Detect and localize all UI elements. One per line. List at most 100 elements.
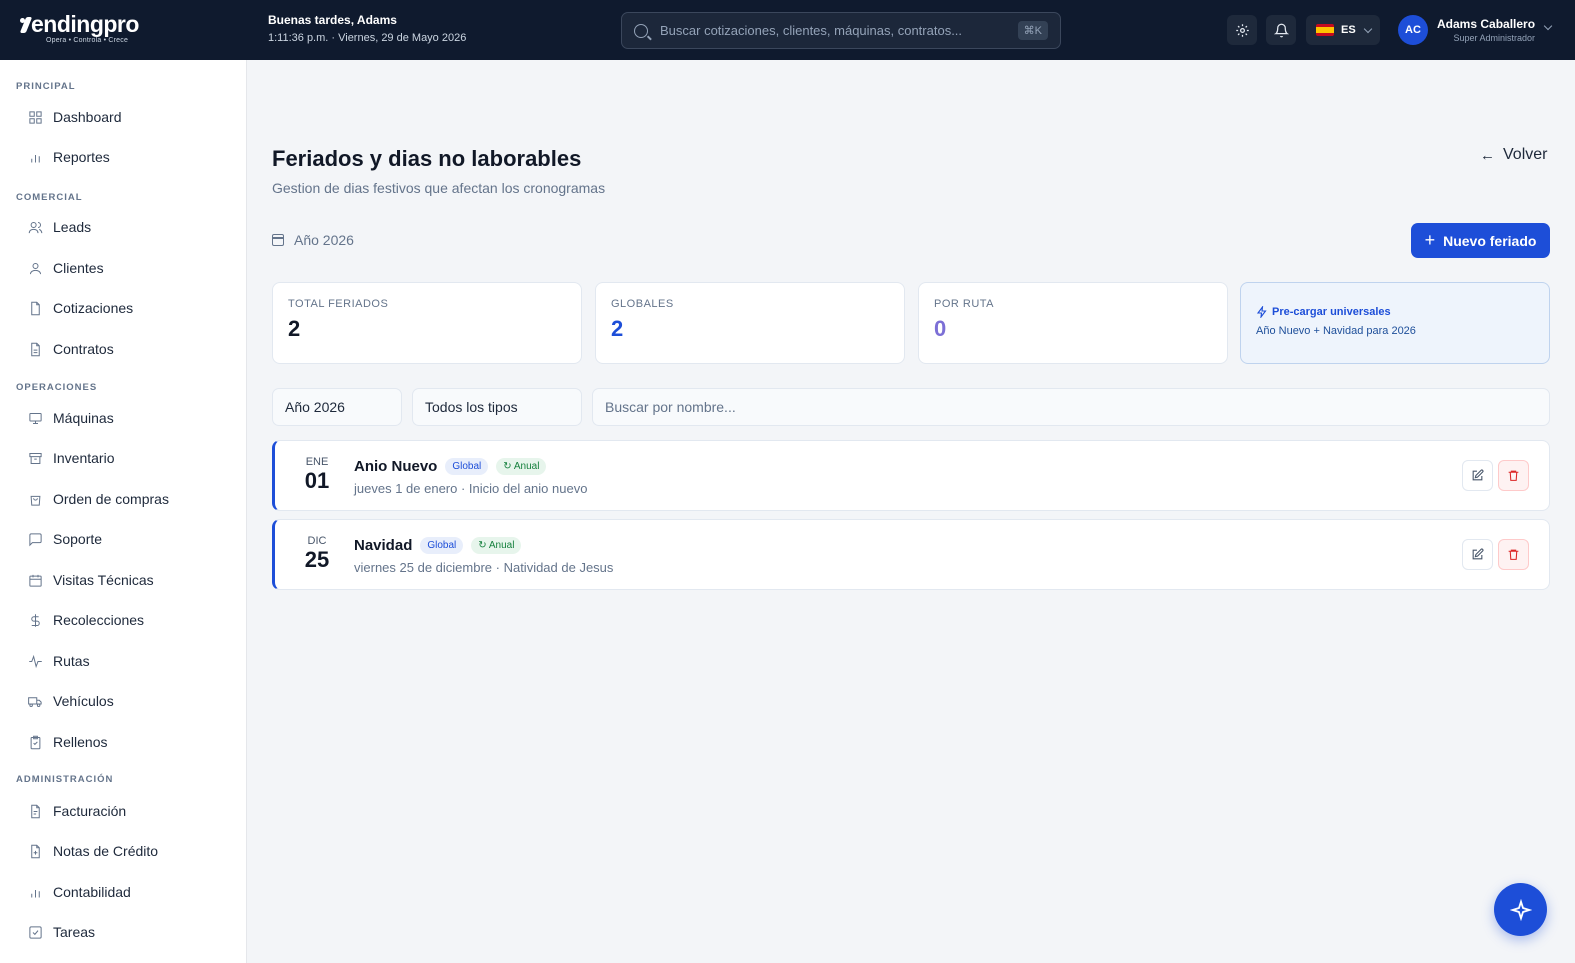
type-filter-select[interactable]: Todos los tipos — [412, 388, 582, 426]
zap-icon — [1256, 306, 1267, 318]
holiday-row[interactable]: DIC 25 Navidad Global ↻ Anual viernes 25… — [272, 519, 1550, 590]
holiday-name: Navidad — [354, 537, 413, 554]
sidebar-item-label: Recolecciones — [53, 612, 145, 628]
dollar-icon — [31, 613, 40, 627]
stat-label: GLOBALES — [611, 298, 674, 310]
recurrence-badge: ↻ Anual — [471, 537, 522, 554]
file-plus-icon — [31, 844, 40, 858]
user-menu[interactable]: Adams Caballero Super Administrador — [1437, 17, 1535, 43]
holiday-row[interactable]: ENE 01 Anio Nuevo Global ↻ Anual jueves … — [272, 440, 1550, 511]
brand-tagline: Opera • Controla • Crece — [46, 37, 129, 44]
sidebar-item-visitas-tecnicas[interactable]: Visitas Técnicas — [28, 568, 154, 592]
notifications-button[interactable] — [1266, 15, 1296, 45]
back-button[interactable]: ← Volver — [1480, 146, 1547, 164]
global-search-input[interactable]: Buscar cotizaciones, clientes, máquinas,… — [621, 12, 1061, 49]
bell-icon — [1273, 23, 1289, 37]
receipt-icon — [31, 804, 40, 818]
sidebar-item-label: Rutas — [53, 653, 90, 669]
stat-value: 2 — [611, 316, 624, 341]
sidebar-item-soporte[interactable]: Soporte — [28, 527, 102, 551]
settings-button[interactable] — [1227, 15, 1257, 45]
sidebar-item-label: Inventario — [53, 450, 115, 466]
preload-text: Año Nuevo + Navidad para 2026 — [1256, 325, 1416, 337]
scope-badge: Global — [420, 537, 464, 554]
bar-chart-icon — [31, 154, 40, 162]
plus-icon: + — [1424, 230, 1436, 250]
holiday-month: ENE — [305, 456, 329, 468]
trash-icon — [1508, 549, 1519, 560]
edit-holiday-button[interactable] — [1462, 460, 1493, 491]
stat-card-globales: GLOBALES 2 — [595, 282, 905, 364]
user-menu-chevron-icon[interactable] — [1543, 21, 1553, 31]
sidebar-item-maquinas[interactable]: Máquinas — [28, 406, 114, 430]
greeting-block: Buenas tardes, Adams 1:11:36 p.m. · Vier… — [268, 13, 466, 44]
page-title: Feriados y dias no laborables — [272, 146, 582, 171]
edit-holiday-button[interactable] — [1462, 539, 1493, 570]
holiday-description: viernes 25 de diciembre · Natividad de J… — [354, 560, 614, 575]
new-holiday-label: Nuevo feriado — [1443, 232, 1537, 249]
brand-logo[interactable]: endingpro Opera • Controla • Crece — [20, 12, 160, 48]
stat-card-por-ruta: POR RUTA 0 — [918, 282, 1228, 364]
sidebar-item-vehiculos[interactable]: Vehículos — [28, 689, 114, 713]
sparkle-icon — [1509, 898, 1532, 921]
file-text-icon — [31, 342, 40, 356]
new-holiday-button[interactable]: + Nuevo feriado — [1411, 223, 1550, 258]
preload-title: Pre-cargar universales — [1272, 306, 1391, 318]
holiday-date: ENE 01 — [291, 456, 343, 492]
sidebar-item-cotizaciones[interactable]: Cotizaciones — [28, 296, 133, 320]
user-avatar[interactable]: AC — [1398, 15, 1428, 45]
sidebar-item-tareas[interactable]: Tareas — [28, 920, 95, 944]
stat-card-total: TOTAL FERIADOS 2 — [272, 282, 582, 364]
delete-holiday-button[interactable] — [1498, 539, 1529, 570]
sidebar: PRINCIPAL Dashboard Reportes COMERCIAL L… — [0, 60, 247, 963]
language-selector[interactable]: ES — [1306, 15, 1380, 45]
brand-name: endingpro — [31, 11, 139, 37]
trash-icon — [1508, 470, 1519, 481]
sidebar-item-recolecciones[interactable]: Recolecciones — [28, 608, 144, 632]
activity-icon — [29, 654, 42, 668]
holiday-name: Anio Nuevo — [354, 458, 438, 475]
holiday-day: 25 — [304, 547, 330, 572]
sidebar-item-facturacion[interactable]: Facturación — [28, 799, 126, 823]
sidebar-item-contabilidad[interactable]: Contabilidad — [28, 880, 131, 904]
sidebar-item-label: Tareas — [53, 924, 96, 940]
current-datetime: 1:11:36 p.m. · Viernes, 29 de Mayo 2026 — [268, 32, 467, 44]
back-label: Volver — [1503, 146, 1548, 163]
sidebar-item-orden-de-compras[interactable]: Orden de compras — [28, 487, 169, 511]
sidebar-item-label: Leads — [53, 219, 92, 235]
preload-universal-card[interactable]: Pre-cargar universales Año Nuevo + Navid… — [1240, 282, 1550, 364]
sidebar-item-label: Contratos — [53, 341, 114, 357]
clipboard-icon — [30, 735, 41, 749]
year-indicator: Año 2026 — [272, 232, 354, 248]
ai-assistant-button[interactable] — [1494, 883, 1547, 936]
sidebar-section-comercial: COMERCIAL — [16, 192, 83, 203]
sidebar-item-notas-de-credito[interactable]: Notas de Crédito — [28, 839, 158, 863]
arrow-left-icon: ← — [1480, 146, 1495, 164]
truck-icon — [28, 696, 42, 707]
sidebar-section-operaciones: OPERACIONES — [16, 382, 98, 393]
sidebar-item-rutas[interactable]: Rutas — [28, 649, 90, 673]
recurrence-badge: ↻ Anual — [496, 458, 547, 475]
sidebar-item-label: Rellenos — [53, 734, 108, 750]
sidebar-item-clientes[interactable]: Clientes — [28, 256, 104, 280]
grid-icon — [29, 110, 42, 124]
user-name: Adams Caballero — [1437, 17, 1536, 31]
name-search-input[interactable]: Buscar por nombre... — [592, 388, 1550, 426]
sidebar-item-leads[interactable]: Leads — [28, 215, 91, 239]
logo-mark-icon — [20, 16, 30, 32]
sidebar-item-inventario[interactable]: Inventario — [28, 446, 114, 470]
sidebar-item-label: Visitas Técnicas — [53, 572, 154, 588]
sidebar-section-administracion: ADMINISTRACIÓN — [16, 774, 114, 785]
sidebar-item-label: Soporte — [53, 531, 103, 547]
sidebar-item-reportes[interactable]: Reportes — [28, 145, 110, 169]
sidebar-item-rellenos[interactable]: Rellenos — [28, 730, 107, 754]
chevron-down-icon — [1363, 24, 1372, 33]
year-filter-select[interactable]: Año 2026 — [272, 388, 402, 426]
sidebar-item-contratos[interactable]: Contratos — [28, 337, 114, 361]
sidebar-item-dashboard[interactable]: Dashboard — [28, 105, 122, 129]
search-shortcut-badge: ⌘K — [1017, 21, 1048, 40]
delete-holiday-button[interactable] — [1498, 460, 1529, 491]
sidebar-item-label: Máquinas — [53, 410, 114, 426]
language-code: ES — [1341, 24, 1356, 36]
holiday-day: 01 — [304, 468, 330, 493]
